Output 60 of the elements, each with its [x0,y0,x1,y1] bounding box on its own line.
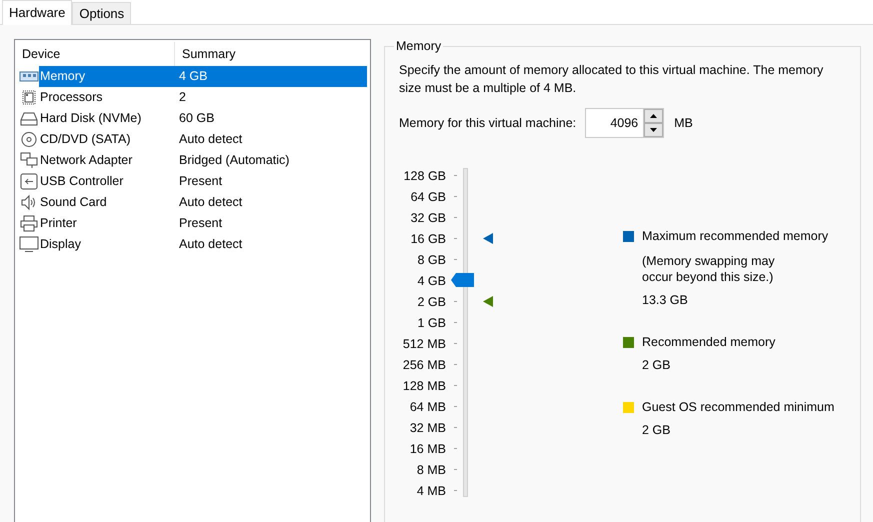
tab[interactable]: Hardware [2,0,72,25]
device-name[interactable]: Processors [39,87,175,108]
legend-value: 13.3 GB [642,293,689,307]
device-summary[interactable]: 2 [175,87,367,108]
usb-icon [19,173,39,190]
scale-label: 64 GB [410,190,446,204]
legend-label: Guest OS recommended minimum [642,399,834,415]
scale-label: 128 MB [402,378,446,392]
memory-spinbox[interactable]: 4096 [585,108,664,138]
scale-label: 8 MB [416,462,446,476]
column-header[interactable]: Summary [175,42,370,66]
unit-label: MB [674,116,693,130]
scale-label: 32 MB [410,420,446,434]
scale-label: 256 MB [402,358,446,372]
network-icon [19,152,39,169]
device-name[interactable]: USB Controller [39,171,175,192]
scale-label: 128 GB [404,168,446,182]
device-name[interactable]: Sound Card [39,192,175,213]
slider-thumb[interactable] [451,273,474,288]
scale-label: 8 GB [418,252,446,266]
scale-label: 32 GB [410,210,446,224]
monitor-icon [19,236,39,253]
legend-value: 2 GB [642,423,672,437]
memory-slider[interactable] [451,168,493,497]
device-name[interactable]: Memory [39,66,175,87]
scale-label: 4 GB [418,274,446,288]
up-arrow-icon [650,114,658,118]
device-name[interactable]: Display [39,234,175,255]
device-summary[interactable]: Auto detect [175,234,367,255]
device-name[interactable]: Network Adapter [39,150,175,171]
description-text: Specify the amount of memory allocated to this virtual machine. The memory size must be a multiple of 4 MB. [399,62,824,97]
device-summary[interactable]: Auto detect [175,192,367,213]
scale-label: 2 GB [418,294,446,308]
device-summary[interactable]: Present [175,213,367,234]
device-name[interactable]: Hard Disk (NVMe) [39,108,175,129]
printer-icon [19,215,39,232]
device-summary[interactable]: Auto detect [175,129,367,150]
down-arrow-icon [650,128,658,132]
device-summary[interactable]: Present [175,171,367,192]
scale-label: 16 MB [410,442,446,456]
scale-label: 4 MB [416,484,446,498]
legend-note: (Memory swapping may occur beyond this size.) [642,253,776,285]
tab[interactable]: Options [72,2,132,24]
device-summary[interactable]: Bridged (Automatic) [175,150,367,171]
disc-icon [19,131,39,148]
legend-label: Recommended memory [642,334,776,350]
scale-label: 64 MB [410,400,446,414]
decrement-button[interactable] [644,123,664,137]
scale-label: 512 MB [402,336,446,350]
field-label: Memory for this virtual machine: [399,116,576,130]
group-title: Memory [395,39,442,53]
device-name[interactable]: CD/DVD (SATA) [39,129,175,150]
scale-label: 1 GB [418,316,446,330]
scale-label: 16 GB [410,232,446,246]
device-summary[interactable]: 4 GB [175,66,367,87]
legend-label: Maximum recommended memory [642,228,828,244]
increment-button[interactable] [644,109,664,123]
device-name[interactable]: Printer [39,213,175,234]
legend-value: 2 GB [642,358,672,372]
device-summary[interactable]: 60 GB [175,108,367,129]
